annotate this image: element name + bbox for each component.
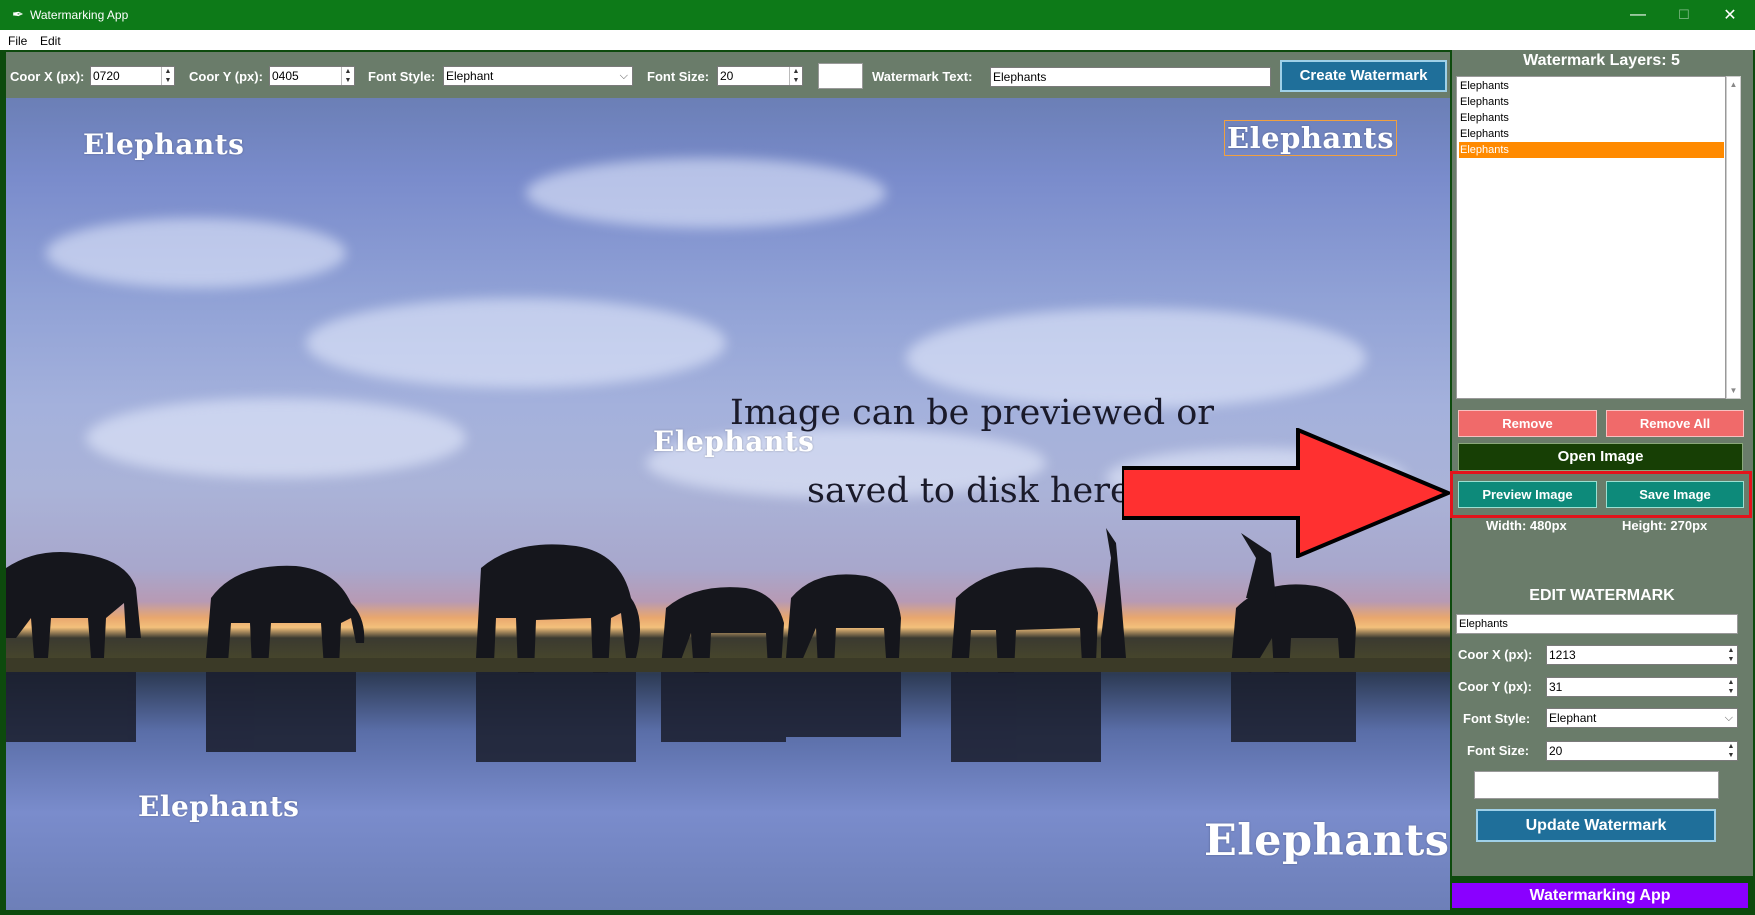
- close-button[interactable]: ✕: [1707, 0, 1753, 30]
- chevron-down-icon[interactable]: ⌵: [1725, 709, 1733, 727]
- annotation-line-1: Image can be previewed or: [730, 393, 1215, 433]
- minimize-button[interactable]: —: [1615, 0, 1661, 30]
- watermark-text-value: Elephants: [993, 70, 1047, 84]
- edit-coor-y-value: 31: [1549, 680, 1563, 694]
- highlight-frame: [1450, 471, 1752, 518]
- top-toolbar: Coor X (px): 0720 ▲ ▼ Coor Y (px): 0405 ▲…: [6, 52, 1450, 98]
- spin-arrows-icon[interactable]: ▲ ▼: [1725, 678, 1737, 696]
- scroll-down-icon[interactable]: ▼: [1727, 386, 1740, 395]
- watermark-2[interactable]: Elephants: [1224, 120, 1398, 156]
- remove-button[interactable]: Remove: [1458, 410, 1597, 437]
- list-item[interactable]: Elephants: [1459, 94, 1724, 110]
- coor-y-spinbox[interactable]: 0405 ▲ ▼: [269, 66, 355, 86]
- coor-y-label: Coor Y (px):: [189, 69, 263, 84]
- font-size-value: 20: [720, 69, 734, 83]
- list-item[interactable]: Elephants: [1459, 110, 1724, 126]
- edit-text-input[interactable]: Elephants: [1456, 614, 1738, 634]
- edit-text-value: Elephants: [1459, 618, 1508, 630]
- spin-arrows-icon[interactable]: ▲ ▼: [341, 67, 354, 85]
- edit-coor-x-value: 1213: [1549, 648, 1576, 662]
- feather-icon: ✒: [12, 6, 24, 22]
- list-item-selected[interactable]: Elephants: [1459, 142, 1724, 158]
- font-style-select[interactable]: Elephant ⌵: [443, 66, 633, 86]
- create-watermark-button[interactable]: Create Watermark: [1280, 60, 1447, 92]
- edit-font-style-label: Font Style:: [1463, 711, 1531, 726]
- font-style-value: Elephant: [446, 69, 494, 83]
- menu-file[interactable]: File: [8, 34, 27, 48]
- layers-title: Watermark Layers: 5: [1523, 52, 1680, 69]
- footer-banner: Watermarking App: [1452, 883, 1748, 908]
- edit-watermark-title: EDIT WATERMARK: [1529, 587, 1675, 604]
- edit-font-size-spinbox[interactable]: 20 ▲ ▼: [1546, 741, 1738, 761]
- spin-arrows-icon[interactable]: ▲ ▼: [1725, 646, 1737, 664]
- spin-arrows-icon[interactable]: ▲ ▼: [1725, 742, 1737, 760]
- chevron-down-icon[interactable]: ⌵: [620, 67, 628, 85]
- maximize-button[interactable]: ☐: [1661, 0, 1707, 30]
- menu-edit[interactable]: Edit: [40, 34, 61, 48]
- spin-arrows-icon[interactable]: ▲ ▼: [789, 67, 802, 85]
- coor-y-value: 0405: [272, 69, 299, 83]
- coor-x-label: Coor X (px):: [10, 69, 85, 84]
- image-canvas[interactable]: Elephants Elephants Elephants Elephants …: [6, 98, 1450, 910]
- list-item[interactable]: Elephants: [1459, 78, 1724, 94]
- watermark-4[interactable]: Elephants: [138, 790, 299, 823]
- coor-x-spinbox[interactable]: 0720 ▲ ▼: [90, 66, 175, 86]
- image-width: Width: 480px: [1486, 518, 1567, 533]
- edit-coor-x-spinbox[interactable]: 1213 ▲ ▼: [1546, 645, 1738, 665]
- edit-coor-y-label: Coor Y (px):: [1458, 679, 1532, 694]
- red-arrow-icon: [1122, 428, 1450, 558]
- edit-coor-x-label: Coor X (px):: [1458, 647, 1533, 662]
- font-style-label: Font Style:: [368, 69, 436, 84]
- watermark-text-label: Watermark Text:: [872, 69, 973, 84]
- layers-listbox[interactable]: Elephants Elephants Elephants Elephants …: [1456, 76, 1726, 399]
- font-size-label: Font Size:: [647, 69, 710, 84]
- update-watermark-button[interactable]: Update Watermark: [1476, 809, 1716, 842]
- scroll-up-icon[interactable]: ▲: [1727, 80, 1740, 89]
- edit-font-style-select[interactable]: Elephant ⌵: [1546, 708, 1738, 728]
- coor-x-value: 0720: [93, 69, 120, 83]
- watermark-1[interactable]: Elephants: [83, 128, 244, 161]
- edit-font-style-value: Elephant: [1549, 711, 1597, 725]
- image-height: Height: 270px: [1622, 518, 1708, 533]
- edit-color-swatch[interactable]: [1474, 771, 1719, 799]
- edit-coor-y-spinbox[interactable]: 31 ▲ ▼: [1546, 677, 1738, 697]
- layers-scrollbar[interactable]: ▲ ▼: [1726, 76, 1741, 399]
- edit-font-size-label: Font Size:: [1467, 743, 1530, 758]
- edit-font-size-value: 20: [1549, 744, 1563, 758]
- font-size-spinbox[interactable]: 20 ▲ ▼: [717, 66, 803, 86]
- watermark-text-input[interactable]: Elephants: [990, 67, 1271, 87]
- color-picker-swatch[interactable]: [818, 63, 863, 89]
- remove-all-button[interactable]: Remove All: [1606, 410, 1744, 437]
- list-item[interactable]: Elephants: [1459, 126, 1724, 142]
- open-image-button[interactable]: Open Image: [1458, 443, 1743, 471]
- spin-arrows-icon[interactable]: ▲ ▼: [161, 67, 174, 85]
- annotation-line-2: saved to disk here: [807, 471, 1131, 511]
- title-bar: ✒ Watermarking App — ☐ ✕: [0, 0, 1755, 30]
- window-title: Watermarking App: [30, 8, 129, 22]
- menu-bar: File Edit: [0, 30, 1755, 50]
- watermark-5[interactable]: Elephants: [1204, 816, 1450, 866]
